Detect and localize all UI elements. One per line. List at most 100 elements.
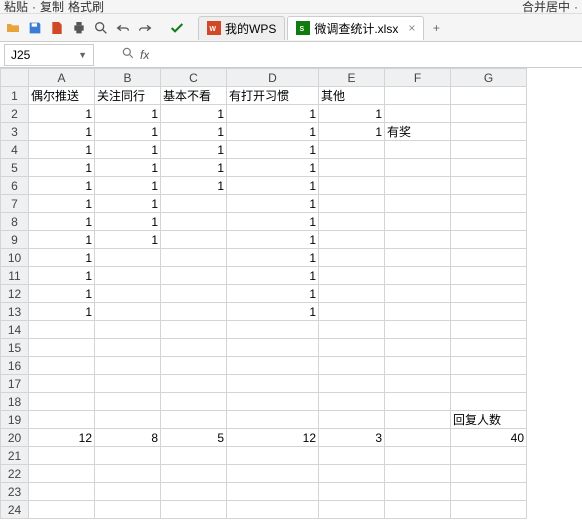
cell[interactable]: 1: [227, 105, 319, 123]
preview-icon[interactable]: [92, 19, 110, 37]
cell[interactable]: [161, 411, 227, 429]
cell[interactable]: [385, 285, 451, 303]
cell[interactable]: 1: [161, 177, 227, 195]
cell[interactable]: 1: [95, 177, 161, 195]
cell[interactable]: [451, 447, 527, 465]
cell[interactable]: [385, 141, 451, 159]
cell[interactable]: [451, 303, 527, 321]
cell[interactable]: [29, 375, 95, 393]
cell[interactable]: [161, 303, 227, 321]
cell[interactable]: [451, 213, 527, 231]
cell[interactable]: [161, 195, 227, 213]
row-header[interactable]: 7: [1, 195, 29, 213]
row-header[interactable]: 3: [1, 123, 29, 141]
cell[interactable]: [385, 357, 451, 375]
row-header[interactable]: 2: [1, 105, 29, 123]
cell[interactable]: [451, 231, 527, 249]
cell[interactable]: [319, 231, 385, 249]
cell[interactable]: 1: [319, 123, 385, 141]
cell[interactable]: [451, 393, 527, 411]
cell[interactable]: 1: [29, 285, 95, 303]
cell[interactable]: 1: [29, 177, 95, 195]
cell[interactable]: [95, 375, 161, 393]
cell[interactable]: [451, 249, 527, 267]
cell[interactable]: 1: [29, 303, 95, 321]
cell[interactable]: 偶尔推送: [29, 87, 95, 105]
cell[interactable]: [385, 501, 451, 519]
cell[interactable]: 1: [319, 105, 385, 123]
cell[interactable]: [319, 249, 385, 267]
cell[interactable]: [451, 375, 527, 393]
cell[interactable]: [385, 465, 451, 483]
cell[interactable]: [227, 321, 319, 339]
cell[interactable]: [95, 483, 161, 501]
col-header-G[interactable]: G: [451, 69, 527, 87]
cell[interactable]: 1: [161, 105, 227, 123]
cell[interactable]: [451, 123, 527, 141]
cell[interactable]: [161, 483, 227, 501]
cell[interactable]: 1: [227, 123, 319, 141]
cell[interactable]: 有奖: [385, 123, 451, 141]
redo-icon[interactable]: [136, 19, 154, 37]
col-header-D[interactable]: D: [227, 69, 319, 87]
tab-add-button[interactable]: +: [426, 21, 446, 35]
cell[interactable]: [227, 375, 319, 393]
cell[interactable]: [227, 483, 319, 501]
cell[interactable]: [451, 141, 527, 159]
cell[interactable]: [385, 231, 451, 249]
cell[interactable]: 1: [227, 285, 319, 303]
cell[interactable]: [95, 357, 161, 375]
cell[interactable]: [95, 393, 161, 411]
cell[interactable]: [227, 501, 319, 519]
cell[interactable]: [95, 249, 161, 267]
cell[interactable]: [451, 87, 527, 105]
cell[interactable]: [451, 105, 527, 123]
cell[interactable]: [385, 339, 451, 357]
name-box[interactable]: J25 ▼: [4, 44, 94, 66]
tab-document[interactable]: S 微调查统计.xlsx ×: [287, 16, 424, 40]
row-header[interactable]: 15: [1, 339, 29, 357]
cell[interactable]: [319, 267, 385, 285]
cell[interactable]: 1: [29, 105, 95, 123]
cell[interactable]: [161, 393, 227, 411]
cell[interactable]: 1: [29, 231, 95, 249]
row-header[interactable]: 24: [1, 501, 29, 519]
cell[interactable]: [161, 321, 227, 339]
cell[interactable]: [29, 483, 95, 501]
cell[interactable]: 1: [29, 141, 95, 159]
cell[interactable]: [451, 177, 527, 195]
cell[interactable]: 1: [227, 303, 319, 321]
cell[interactable]: [29, 339, 95, 357]
cell[interactable]: [385, 483, 451, 501]
close-icon[interactable]: ×: [408, 21, 415, 35]
row-header[interactable]: 12: [1, 285, 29, 303]
cell[interactable]: 1: [161, 123, 227, 141]
cell[interactable]: [95, 285, 161, 303]
menu-brush[interactable]: 格式刷: [68, 0, 104, 14]
cell[interactable]: 1: [227, 267, 319, 285]
row-header[interactable]: 20: [1, 429, 29, 447]
cell[interactable]: [161, 447, 227, 465]
cell[interactable]: 1: [29, 267, 95, 285]
cell[interactable]: [161, 213, 227, 231]
cell[interactable]: [319, 285, 385, 303]
cell[interactable]: [385, 411, 451, 429]
save-icon[interactable]: [26, 19, 44, 37]
row-header[interactable]: 18: [1, 393, 29, 411]
cell[interactable]: [29, 321, 95, 339]
undo-icon[interactable]: [114, 19, 132, 37]
row-header[interactable]: 4: [1, 141, 29, 159]
menu-copy[interactable]: 复制: [40, 0, 64, 14]
row-header[interactable]: 1: [1, 87, 29, 105]
cell[interactable]: [319, 141, 385, 159]
cell[interactable]: [95, 447, 161, 465]
cell[interactable]: [319, 177, 385, 195]
cell[interactable]: [95, 501, 161, 519]
cell[interactable]: [451, 321, 527, 339]
cell[interactable]: [161, 249, 227, 267]
cell[interactable]: [161, 231, 227, 249]
col-header-F[interactable]: F: [385, 69, 451, 87]
cell[interactable]: [385, 447, 451, 465]
cell[interactable]: [95, 267, 161, 285]
cell[interactable]: [385, 213, 451, 231]
